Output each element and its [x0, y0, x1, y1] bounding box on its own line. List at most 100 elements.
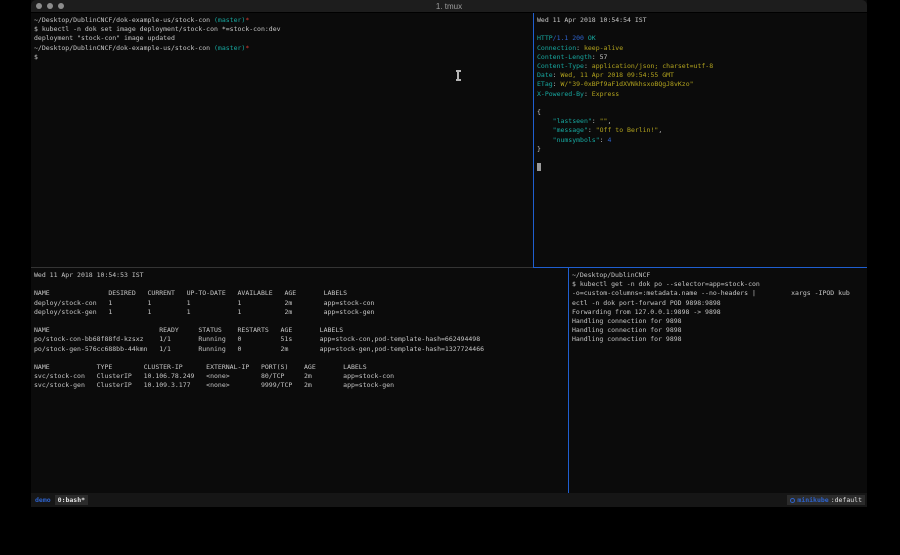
kube-context: minikube	[797, 496, 828, 504]
terminal-line: NAME DESIRED CURRENT UP-TO-DATE AVAILABL…	[34, 289, 568, 298]
text-segment: ,	[658, 126, 662, 134]
text-segment: Handling connection for 9898	[572, 326, 682, 334]
window-tab-bash[interactable]: 0:bash*	[55, 495, 88, 505]
text-segment: ~/Desktop/DublinCNCF/dok-example-us/stoc…	[34, 16, 214, 24]
text-segment: Date	[537, 71, 553, 79]
text-segment: {	[537, 108, 541, 116]
terminal-line: "numsymbols": 4	[537, 136, 867, 145]
text-segment	[537, 117, 553, 125]
text-segment: Handling connection for 9898	[572, 317, 682, 325]
terminal-line: Wed 11 Apr 2018 10:54:54 IST	[537, 16, 867, 25]
terminal-line: ectl -n dok port-forward POD 9898:9898	[572, 299, 867, 308]
text-segment: Wed 11 Apr 2018 10:54:53 IST	[34, 271, 144, 279]
session-name: demo	[35, 496, 51, 504]
text-segment: Forwarding from 127.0.0.1:9898 -> 9898	[572, 308, 721, 316]
text-segment: Content-Length	[537, 53, 592, 61]
kubernetes-helm-icon	[790, 498, 795, 503]
text-segment: deploy/stock-gen 1 1 1 1 2m app=stock-ge…	[34, 308, 374, 316]
terminal-line	[537, 25, 867, 34]
text-segment: "lastseen"	[553, 117, 592, 125]
terminal-line: -o=custom-columns=:metadata.name --no-he…	[572, 289, 867, 298]
text-segment: *	[245, 44, 249, 52]
terminal-line: $	[34, 53, 533, 62]
terminal-line	[34, 280, 568, 289]
window-titlebar[interactable]: 1. tmux	[31, 0, 867, 13]
terminal-line: ~/Desktop/DublinCNCF	[572, 271, 867, 280]
text-segment: 4	[607, 136, 611, 144]
text-segment: :	[592, 53, 600, 61]
text-segment: po/stock-gen-576cc688bb-44kmn 1/1 Runnin…	[34, 345, 484, 353]
text-segment: }	[537, 145, 541, 153]
text-segment: NAME READY STATUS RESTARTS AGE LABELS	[34, 326, 343, 334]
text-segment: X-Powered-By	[537, 90, 584, 98]
terminal-line: Content-Type: application/json; charset=…	[537, 62, 867, 71]
terminal-line: Handling connection for 9898	[572, 335, 867, 344]
text-segment: po/stock-con-bb68f88fd-kzsxz 1/1 Running…	[34, 335, 480, 343]
text-segment: Content-Type	[537, 62, 584, 70]
text-segment: ~/Desktop/DublinCNCF/dok-example-us/stoc…	[34, 44, 214, 52]
terminal-line: ETag: W/"39-0xBPf9aF1dXVNkhsxoBQgJ8vKzo"	[537, 80, 867, 89]
terminal-line: {	[537, 108, 867, 117]
text-segment: :	[592, 117, 600, 125]
text-segment: Wed 11 Apr 2018 10:54:54 IST	[537, 16, 647, 24]
ibeam-stem	[457, 72, 459, 79]
text-segment: $	[34, 53, 38, 61]
terminal-line	[537, 154, 867, 163]
terminal-line: "message": "Off to Berlin!",	[537, 126, 867, 135]
text-segment: application/json; charset=utf-8	[592, 62, 713, 70]
text-segment: $ kubectl get -n dok po --selector=app=s…	[572, 280, 760, 288]
pane-http-response[interactable]: Wed 11 Apr 2018 10:54:54 IST HTTP/1.1 20…	[534, 13, 867, 267]
pane-kubectl-watch[interactable]: Wed 11 Apr 2018 10:54:53 IST NAME DESIRE…	[31, 268, 568, 493]
pane-shell-set-image[interactable]: ~/Desktop/DublinCNCF/dok-example-us/stoc…	[31, 13, 533, 267]
tmux-status-bar: demo 0:bash* minikube:default	[31, 493, 867, 507]
text-segment	[537, 126, 553, 134]
terminal-line	[34, 317, 568, 326]
text-segment: ectl -n dok port-forward POD 9898:9898	[572, 299, 721, 307]
mouse-cursor-ibeam	[455, 70, 461, 81]
terminal-line: NAME TYPE CLUSTER-IP EXTERNAL-IP PORT(S)…	[34, 363, 568, 372]
pane-port-forward[interactable]: ~/Desktop/DublinCNCF$ kubectl get -n dok…	[569, 268, 867, 493]
terminal-line: Connection: keep-alive	[537, 44, 867, 53]
terminal-line: ~/Desktop/DublinCNCF/dok-example-us/stoc…	[34, 16, 533, 25]
text-segment: /1.1 200	[553, 34, 584, 42]
text-segment: keep-alive	[584, 44, 623, 52]
terminal-line: svc/stock-gen ClusterIP 10.109.3.177 <no…	[34, 381, 568, 390]
ibeam-bottom-cap	[456, 79, 461, 81]
text-segment: NAME TYPE CLUSTER-IP EXTERNAL-IP PORT(S)…	[34, 363, 367, 371]
terminal-line: deployment "stock-con" image updated	[34, 34, 533, 43]
text-segment: 57	[600, 53, 608, 61]
terminal-line: Forwarding from 127.0.0.1:9898 -> 9898	[572, 308, 867, 317]
terminal-line: po/stock-con-bb68f88fd-kzsxz 1/1 Running…	[34, 335, 568, 344]
text-segment: :	[588, 126, 596, 134]
kube-context-badge: minikube:default	[787, 495, 865, 505]
terminal-line: Handling connection for 9898	[572, 317, 867, 326]
text-segment: $ kubectl -n dok set image deployment/st…	[34, 25, 281, 33]
text-segment: ~/Desktop/DublinCNCF	[572, 271, 650, 279]
window-title: 1. tmux	[31, 2, 867, 11]
text-segment: OK	[584, 34, 596, 42]
kube-namespace: :default	[831, 496, 862, 504]
text-segment: "Off to Berlin!"	[596, 126, 659, 134]
terminal-line: }	[537, 145, 867, 154]
text-segment: NAME DESIRED CURRENT UP-TO-DATE AVAILABL…	[34, 289, 347, 297]
text-segment: :	[584, 90, 592, 98]
text-segment: :	[584, 62, 592, 70]
terminal-line: $ kubectl get -n dok po --selector=app=s…	[572, 280, 867, 289]
terminal-line: deploy/stock-con 1 1 1 1 2m app=stock-co…	[34, 299, 568, 308]
terminal-line: Content-Length: 57	[537, 53, 867, 62]
text-segment: W/"39-0xBPf9aF1dXVNkhsxoBQgJ8vKzo"	[560, 80, 693, 88]
text-segment: svc/stock-con ClusterIP 10.106.78.249 <n…	[34, 372, 394, 380]
text-segment: Connection	[537, 44, 576, 52]
tmux-panes: ~/Desktop/DublinCNCF/dok-example-us/stoc…	[31, 13, 867, 493]
terminal-line: $ kubectl -n dok set image deployment/st…	[34, 25, 533, 34]
terminal-line: "lastseen": "",	[537, 117, 867, 126]
block-cursor	[537, 163, 541, 171]
text-segment: *	[245, 16, 249, 24]
terminal-line	[537, 99, 867, 108]
terminal-line: ~/Desktop/DublinCNCF/dok-example-us/stoc…	[34, 44, 533, 53]
terminal-line	[34, 354, 568, 363]
terminal-line: po/stock-gen-576cc688bb-44kmn 1/1 Runnin…	[34, 345, 568, 354]
text-segment: :	[576, 44, 584, 52]
terminal-line: svc/stock-con ClusterIP 10.106.78.249 <n…	[34, 372, 568, 381]
text-segment: deploy/stock-con 1 1 1 1 2m app=stock-co…	[34, 299, 374, 307]
